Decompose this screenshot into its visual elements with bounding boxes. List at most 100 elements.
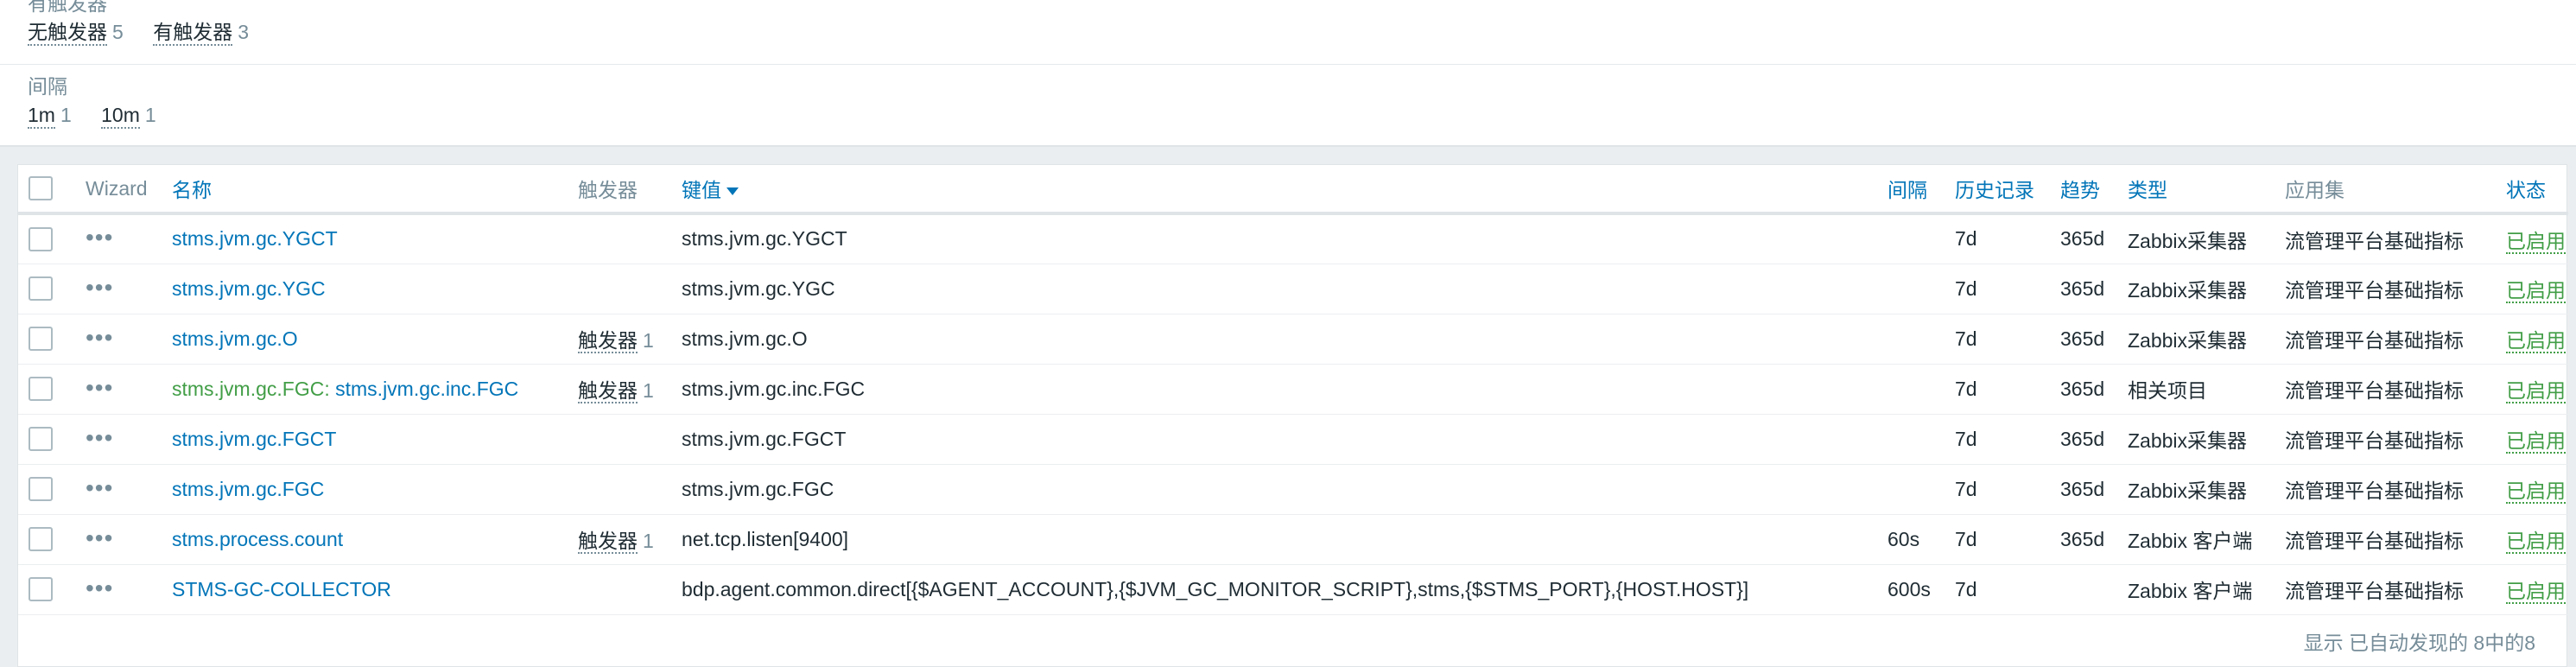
filter-group-interval: 间隔 1m 1 10m 1 [28,74,181,129]
item-status-toggle[interactable]: 已启用 [2506,329,2566,353]
row-checkbox[interactable] [29,577,53,602]
item-trends: 365d [2050,364,2117,415]
item-name-link[interactable]: stms.jvm.gc.FGC [172,478,324,500]
select-all-checkbox[interactable] [29,176,53,201]
item-key: stms.jvm.gc.FGCT [671,414,1877,465]
item-name-cell: stms.process.count [162,514,568,565]
wizard-menu-icon[interactable]: ••• [86,575,113,601]
row-select-cell [18,464,75,515]
row-checkbox[interactable] [29,477,53,502]
item-status-cell: 已启用 [2496,314,2568,365]
wizard-menu-icon[interactable]: ••• [86,474,113,501]
wizard-menu-icon[interactable]: ••• [86,374,113,401]
header-name-label[interactable]: 名称 [172,179,212,201]
item-triggers-count: 1 [643,379,654,402]
item-status-toggle[interactable]: 已启用 [2506,379,2566,403]
header-interval[interactable]: 间隔 [1877,165,1945,215]
filter-option-no-triggers[interactable]: 无触发器 [28,21,107,46]
filter-option-1m[interactable]: 1m [28,104,55,129]
item-status-cell: 已启用 [2496,264,2568,314]
item-name-link[interactable]: STMS-GC-COLLECTOR [172,578,391,600]
item-type: Zabbix 客户端 [2117,564,2275,615]
item-triggers-link[interactable]: 触发器 [578,530,638,554]
row-select-cell [18,213,75,264]
row-checkbox[interactable] [29,227,53,252]
item-history: 7d [1945,564,2050,615]
item-name-link[interactable]: stms.process.count [172,528,343,550]
item-status-toggle[interactable]: 已启用 [2506,429,2566,454]
item-status-toggle[interactable]: 已启用 [2506,530,2566,554]
item-name-link[interactable]: stms.jvm.gc.O [172,327,298,350]
item-name-cell: stms.jvm.gc.YGC [162,264,568,314]
header-history[interactable]: 历史记录 [1945,165,2050,215]
header-key[interactable]: 键值 [671,165,1877,215]
item-application: 流管理平台基础指标 [2275,464,2496,515]
filter-count: 1 [60,104,72,126]
row-checkbox[interactable] [29,427,53,452]
item-name-link[interactable]: stms.jvm.gc.inc.FGC [335,378,518,400]
item-key: stms.jvm.gc.FGC [671,464,1877,515]
sort-desc-icon [726,187,739,196]
item-status-toggle[interactable]: 已启用 [2506,229,2566,254]
row-checkbox[interactable] [29,276,53,302]
row-checkbox[interactable] [29,527,53,552]
item-name-link[interactable]: stms.jvm.gc.YGC [172,277,326,300]
item-key: stms.jvm.gc.YGCT [671,213,1877,264]
item-history: 7d [1945,314,2050,365]
row-wizard-cell: ••• [75,564,162,615]
header-status[interactable]: 状态 [2496,165,2568,215]
item-status-cell: 已启用 [2496,564,2568,615]
header-type[interactable]: 类型 [2117,165,2275,215]
item-triggers-cell [568,213,671,264]
row-checkbox[interactable] [29,377,53,402]
header-trends[interactable]: 趋势 [2050,165,2117,215]
item-key: stms.jvm.gc.O [671,314,1877,365]
wizard-menu-icon[interactable]: ••• [86,324,113,351]
filter-count: 5 [112,21,124,43]
wizard-menu-icon[interactable]: ••• [86,274,113,301]
item-interval [1877,414,1945,465]
row-wizard-cell: ••• [75,464,162,515]
table-row: ••• STMS-GC-COLLECTOR bdp.agent.common.d… [18,564,2568,615]
filter-count: 1 [144,104,156,126]
item-history: 7d [1945,414,2050,465]
wizard-menu-icon[interactable]: ••• [86,224,113,251]
item-trends: 365d [2050,264,2117,314]
item-interval: 600s [1877,564,1945,615]
table-row: ••• stms.process.count 触发器 1 net.tcp.list… [18,514,2568,565]
items-table-panel: Wizard 名称 触发器 键值 间隔 历史记录 趋势 类型 应用集 状态 ••… [17,164,2568,667]
row-checkbox[interactable] [29,327,53,352]
filter-option-with-triggers[interactable]: 有触发器 [153,21,233,46]
item-status-cell: 已启用 [2496,514,2568,565]
wizard-menu-icon[interactable]: ••• [86,424,113,451]
header-name[interactable]: 名称 [162,165,568,215]
filter-title-interval: 间隔 [28,75,67,98]
items-table-body: ••• stms.jvm.gc.YGCT stms.jvm.gc.YGCT 7d… [18,213,2568,615]
item-application: 流管理平台基础指标 [2275,264,2496,314]
table-row: ••• stms.jvm.gc.YGCT stms.jvm.gc.YGCT 7d… [18,213,2568,264]
wizard-menu-icon[interactable]: ••• [86,524,113,551]
item-key: net.tcp.listen[9400] [671,514,1877,565]
item-type: Zabbix采集器 [2117,264,2275,314]
item-application: 流管理平台基础指标 [2275,213,2496,264]
item-triggers-link[interactable]: 触发器 [578,329,638,353]
item-status-toggle[interactable]: 已启用 [2506,580,2566,604]
item-status-toggle[interactable]: 已启用 [2506,279,2566,303]
item-triggers-count: 1 [643,329,654,352]
row-wizard-cell: ••• [75,314,162,365]
row-select-cell [18,564,75,615]
item-triggers-link[interactable]: 触发器 [578,379,638,403]
item-status-cell: 已启用 [2496,364,2568,415]
filter-option-10m[interactable]: 10m [101,104,140,129]
header-key-label[interactable]: 键值 [682,179,721,201]
item-status-toggle[interactable]: 已启用 [2506,480,2566,504]
table-header-row: Wizard 名称 触发器 键值 间隔 历史记录 趋势 类型 应用集 状态 [18,165,2568,215]
item-key: bdp.agent.common.direct[{$AGENT_ACCOUNT}… [671,564,1877,615]
item-trends: 365d [2050,464,2117,515]
item-status-cell: 已启用 [2496,213,2568,264]
item-master-link[interactable]: stms.jvm.gc.FGC: [172,378,330,400]
table-footer-stats: 显示 已自动发现的 8中的8 [2303,632,2535,654]
item-name-link[interactable]: stms.jvm.gc.YGCT [172,227,338,250]
item-name-link[interactable]: stms.jvm.gc.FGCT [172,428,336,450]
item-interval: 60s [1877,514,1945,565]
